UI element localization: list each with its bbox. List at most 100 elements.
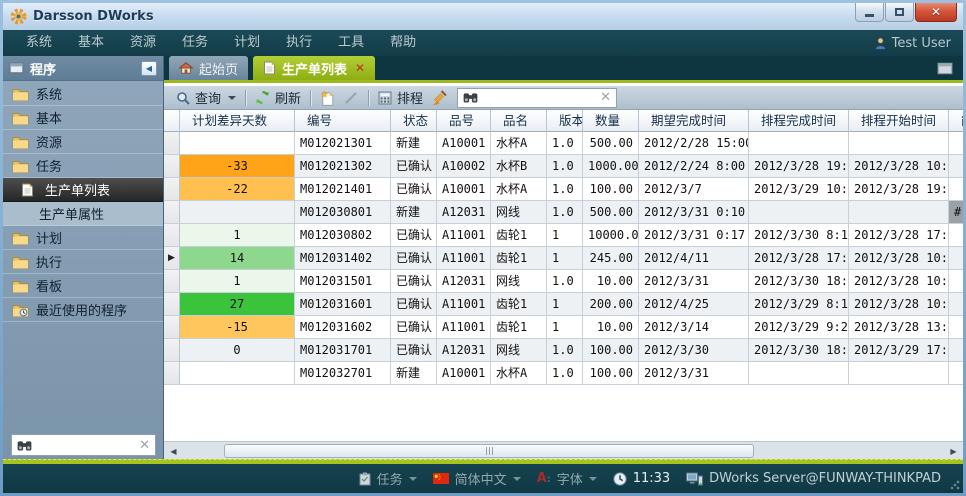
- cell-status[interactable]: 新建: [391, 201, 437, 224]
- cell-item_name[interactable]: 水杯B: [491, 155, 547, 178]
- tab-close-icon[interactable]: ✕: [355, 62, 365, 74]
- sidebar-item-看板[interactable]: 看板: [3, 274, 163, 298]
- cell-qty[interactable]: 100.00: [583, 339, 639, 362]
- row-indicator[interactable]: [164, 339, 180, 362]
- status-task[interactable]: 任务: [359, 469, 417, 488]
- cell-item_name[interactable]: 齿轮1: [491, 224, 547, 247]
- table-row[interactable]: 0M012031701已确认A12031网线1.0100.002012/3/30…: [164, 339, 963, 362]
- cell-sched_end[interactable]: 2012/3/29 10:20: [749, 178, 849, 201]
- cell-item_name[interactable]: 网线: [491, 270, 547, 293]
- cell-status[interactable]: 已确认: [391, 316, 437, 339]
- table-row[interactable]: ▶14M012031402已确认A11001齿轮11245.002012/4/1…: [164, 247, 963, 270]
- row-indicator[interactable]: [164, 155, 180, 178]
- cell-extra[interactable]: #: [949, 201, 963, 224]
- cell-item_name[interactable]: 网线: [491, 201, 547, 224]
- user-box[interactable]: Test User: [874, 30, 951, 56]
- clean-button[interactable]: [427, 87, 451, 109]
- row-indicator[interactable]: [164, 132, 180, 155]
- column-header-version[interactable]: 版本: [547, 110, 583, 132]
- menu-item[interactable]: 资源: [117, 30, 169, 56]
- cell-qty[interactable]: 10.00: [583, 270, 639, 293]
- table-row[interactable]: -15M012031602已确认A11001齿轮1110.002012/3/14…: [164, 316, 963, 339]
- column-header-extra[interactable]: 能: [949, 110, 963, 132]
- cell-item_name[interactable]: 水杯A: [491, 178, 547, 201]
- row-indicator[interactable]: [164, 316, 180, 339]
- cell-no[interactable]: M012021302: [295, 155, 391, 178]
- cell-item_name[interactable]: 齿轮1: [491, 316, 547, 339]
- menu-item[interactable]: 计划: [221, 30, 273, 56]
- column-header-sched_start[interactable]: 排程开始时间: [849, 110, 949, 132]
- column-header-no[interactable]: 编号: [295, 110, 391, 132]
- tab-起始页[interactable]: 起始页: [169, 56, 248, 80]
- table-row[interactable]: M012032701新建A10001水杯A1.0100.002012/3/31: [164, 362, 963, 385]
- cell-expect[interactable]: 2012/2/24 8:00: [639, 155, 749, 178]
- cell-status[interactable]: 新建: [391, 132, 437, 155]
- cell-sched_start[interactable]: [849, 362, 949, 385]
- row-indicator[interactable]: [164, 178, 180, 201]
- cell-version[interactable]: 1: [547, 316, 583, 339]
- cell-expect[interactable]: 2012/3/31: [639, 362, 749, 385]
- cell-item_name[interactable]: 网线: [491, 339, 547, 362]
- column-header-status[interactable]: 状态: [391, 110, 437, 132]
- cell-no[interactable]: M012031701: [295, 339, 391, 362]
- menu-item[interactable]: 帮助: [377, 30, 429, 56]
- cell-sched_start[interactable]: 2012/3/28 17:13: [849, 224, 949, 247]
- column-header-item_no[interactable]: 品号: [437, 110, 491, 132]
- scrollbar-thumb[interactable]: [224, 444, 754, 458]
- cell-no[interactable]: M012021301: [295, 132, 391, 155]
- cell-item_no[interactable]: A11001: [437, 224, 491, 247]
- table-row[interactable]: M012021301新建A10001水杯A1.0500.002012/2/28 …: [164, 132, 963, 155]
- cell-item_no[interactable]: A10001: [437, 178, 491, 201]
- cell-status[interactable]: 已确认: [391, 293, 437, 316]
- menu-item[interactable]: 系统: [13, 30, 65, 56]
- cell-sched_start[interactable]: 2012/3/28 10:52: [849, 247, 949, 270]
- tab-生产单列表[interactable]: 生产单列表✕: [253, 56, 375, 80]
- row-pointer-icon[interactable]: ▶: [164, 247, 180, 270]
- cell-no[interactable]: M012031601: [295, 293, 391, 316]
- sidebar-item-系统[interactable]: 系统: [3, 82, 163, 106]
- menu-item[interactable]: 执行: [273, 30, 325, 56]
- column-header-qty[interactable]: 数量: [583, 110, 639, 132]
- menu-item[interactable]: 工具: [325, 30, 377, 56]
- cell-no[interactable]: M012030802: [295, 224, 391, 247]
- cell-diff[interactable]: 1: [180, 270, 295, 293]
- cell-diff[interactable]: [180, 132, 295, 155]
- column-header-diff[interactable]: 计划差异天数: [180, 110, 295, 132]
- scroll-right-icon[interactable]: ▶: [946, 444, 961, 458]
- row-indicator[interactable]: [164, 362, 180, 385]
- cell-expect[interactable]: 2012/3/30: [639, 339, 749, 362]
- cell-status[interactable]: 已确认: [391, 339, 437, 362]
- cell-sched_start[interactable]: [849, 132, 949, 155]
- cell-no[interactable]: M012031602: [295, 316, 391, 339]
- menu-item[interactable]: 基本: [65, 30, 117, 56]
- cell-item_no[interactable]: A12031: [437, 339, 491, 362]
- cell-version[interactable]: 1: [547, 293, 583, 316]
- cell-item_name[interactable]: 齿轮1: [491, 247, 547, 270]
- cell-qty[interactable]: 200.00: [583, 293, 639, 316]
- resize-grip[interactable]: [950, 480, 960, 490]
- cell-extra[interactable]: [949, 155, 963, 178]
- cell-item_no[interactable]: A11001: [437, 293, 491, 316]
- sidebar-item-计划[interactable]: 计划: [3, 226, 163, 250]
- font-dropdown-icon[interactable]: [589, 477, 597, 481]
- cell-no[interactable]: M012030801: [295, 201, 391, 224]
- cell-sched_end[interactable]: 2012/3/28 17:13: [749, 247, 849, 270]
- sidebar-collapse-button[interactable]: ◀: [141, 61, 157, 76]
- cell-item_no[interactable]: A11001: [437, 316, 491, 339]
- cell-no[interactable]: M012031402: [295, 247, 391, 270]
- cell-version[interactable]: 1.0: [547, 270, 583, 293]
- sidebar-item-最近使用的程序[interactable]: 最近使用的程序: [3, 298, 163, 322]
- cell-diff[interactable]: -33: [180, 155, 295, 178]
- close-button[interactable]: ✕: [915, 3, 957, 22]
- sidebar-item-资源[interactable]: 资源: [3, 130, 163, 154]
- cell-version[interactable]: 1.0: [547, 201, 583, 224]
- cell-diff[interactable]: -15: [180, 316, 295, 339]
- cell-extra[interactable]: [949, 339, 963, 362]
- row-indicator[interactable]: [164, 293, 180, 316]
- cell-diff[interactable]: -22: [180, 178, 295, 201]
- scroll-left-icon[interactable]: ◀: [166, 444, 181, 458]
- cell-status[interactable]: 新建: [391, 362, 437, 385]
- cell-status[interactable]: 已确认: [391, 178, 437, 201]
- cell-sched_end[interactable]: 2012/3/30 18:00: [749, 270, 849, 293]
- sidebar-item-生产单列表[interactable]: 生产单列表: [3, 178, 163, 202]
